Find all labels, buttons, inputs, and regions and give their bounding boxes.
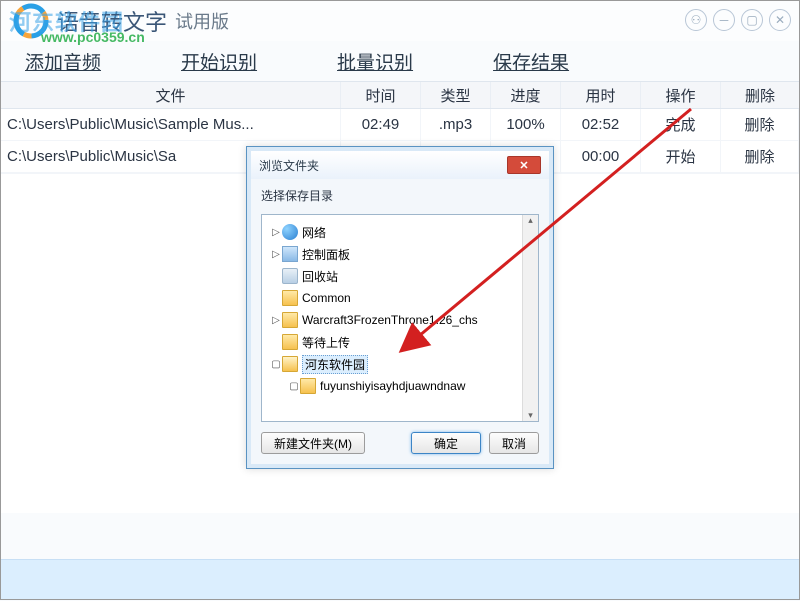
cell-time: 02:49: [341, 109, 421, 140]
app-title: 语音转文字: [57, 5, 167, 37]
tree-item[interactable]: 等待上传: [266, 331, 534, 353]
cell-progress: 100%: [491, 109, 561, 140]
tree-item[interactable]: ▢ fuyunshiyisayhdjuawndnaw: [266, 375, 534, 397]
table-row[interactable]: C:\Users\Public\Music\Sample Mus... 02:4…: [1, 109, 799, 141]
new-folder-button[interactable]: 新建文件夹(M): [261, 432, 365, 454]
tree-item[interactable]: 回收站: [266, 265, 534, 287]
col-type: 类型: [421, 82, 491, 108]
bin-icon: [282, 268, 298, 284]
cell-file: C:\Users\Public\Music\Sample Mus...: [1, 109, 341, 140]
tree-item[interactable]: ▷ 网络: [266, 221, 534, 243]
tree-twisty-icon[interactable]: ▷: [270, 227, 282, 238]
cp-icon: [282, 246, 298, 262]
ok-button[interactable]: 确定: [411, 432, 481, 454]
toolbar-add-audio[interactable]: 添加音频: [25, 48, 101, 75]
tree-twisty-icon[interactable]: ▷: [270, 249, 282, 260]
app-logo: [13, 3, 49, 39]
tree-item-label: 网络: [302, 224, 326, 241]
tree-twisty-icon[interactable]: ▢: [288, 381, 300, 392]
dialog-title: 浏览文件夹: [259, 157, 319, 174]
toolbar-start-recognize[interactable]: 开始识别: [181, 48, 257, 75]
toolbar: 添加音频 开始识别 批量识别 保存结果: [1, 41, 799, 81]
folder-icon: [282, 334, 298, 350]
status-bar: [1, 559, 799, 599]
cell-action[interactable]: 完成: [641, 109, 721, 140]
cell-action[interactable]: 开始: [641, 141, 721, 172]
cell-delete[interactable]: 删除: [721, 109, 799, 140]
tree-item-label: 河东软件园: [302, 355, 368, 374]
tree-twisty-icon[interactable]: ▢: [270, 359, 282, 370]
user-icon[interactable]: ⚇: [685, 9, 707, 31]
tree-item-label: fuyunshiyisayhdjuawndnaw: [320, 379, 465, 393]
col-time: 时间: [341, 82, 421, 108]
tree-item[interactable]: ▢ 河东软件园: [266, 353, 534, 375]
tree-item-label: 控制面板: [302, 246, 350, 263]
maximize-button[interactable]: ▢: [741, 9, 763, 31]
titlebar: 语音转文字 试用版 ⚇ － ▢ ✕: [1, 1, 799, 41]
toolbar-batch-recognize[interactable]: 批量识别: [337, 48, 413, 75]
folder-tree[interactable]: ▷ 网络 ▷ 控制面板回收站 Common ▷ Warcraft3FrozenThrone1…: [261, 214, 539, 422]
close-button[interactable]: ✕: [769, 9, 791, 31]
table-header: 文件 时间 类型 进度 用时 操作 删除: [1, 81, 799, 109]
tree-item-label: Warcraft3FrozenThrone1.26_chs: [302, 313, 478, 327]
net-icon: [282, 224, 298, 240]
col-delete: 删除: [721, 82, 799, 108]
toolbar-save-result[interactable]: 保存结果: [493, 48, 569, 75]
minimize-button[interactable]: －: [713, 9, 735, 31]
tree-item-label: 等待上传: [302, 334, 350, 351]
cell-elapsed: 00:00: [561, 141, 641, 172]
tree-item[interactable]: ▷ 控制面板: [266, 243, 534, 265]
dialog-close-button[interactable]: ✕: [507, 156, 541, 174]
col-action: 操作: [641, 82, 721, 108]
col-elapsed: 用时: [561, 82, 641, 108]
app-edition: 试用版: [175, 8, 229, 34]
cell-type: .mp3: [421, 109, 491, 140]
col-progress: 进度: [491, 82, 561, 108]
tree-item-label: Common: [302, 291, 351, 305]
tree-twisty-icon[interactable]: ▷: [270, 315, 282, 326]
folder-icon: [300, 378, 316, 394]
tree-item[interactable]: Common: [266, 287, 534, 309]
cell-delete[interactable]: 删除: [721, 141, 799, 172]
cell-elapsed: 02:52: [561, 109, 641, 140]
folder-open-icon: [282, 356, 298, 372]
folder-icon: [282, 312, 298, 328]
browse-folder-dialog: 浏览文件夹 ✕ 选择保存目录 ▷ 网络 ▷ 控制面板回收站 Common ▷ Warcraf…: [246, 146, 554, 469]
cancel-button[interactable]: 取消: [489, 432, 539, 454]
folder-icon: [282, 290, 298, 306]
dialog-titlebar: 浏览文件夹 ✕: [251, 151, 549, 179]
scrollbar[interactable]: [522, 215, 538, 421]
tree-item[interactable]: ▷ Warcraft3FrozenThrone1.26_chs: [266, 309, 534, 331]
col-file: 文件: [1, 82, 341, 108]
dialog-label: 选择保存目录: [261, 187, 539, 204]
tree-item-label: 回收站: [302, 268, 338, 285]
